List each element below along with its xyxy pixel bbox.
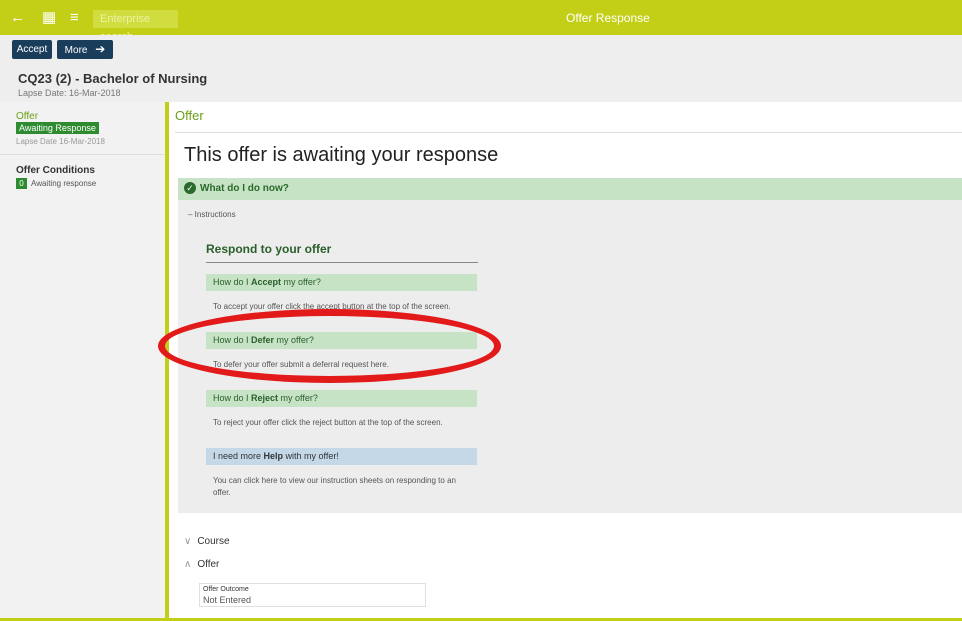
check-circle-icon: ✓ — [184, 182, 196, 194]
action-bar: Accept More ➔ CQ23 (2) - Bachelor of Nur… — [0, 35, 962, 102]
faq-accept-prefix: How do I — [213, 277, 252, 287]
course-section-label: Course — [197, 536, 230, 547]
what-do-i-do-now-header[interactable]: ✓ What do I do now? — [178, 178, 962, 200]
faq-reject-prefix: How do I — [213, 393, 252, 403]
faq-help-answer: You can click here to view our instructi… — [213, 476, 456, 497]
accept-button[interactable]: Accept — [12, 40, 52, 59]
faq-accept-suffix: my offer? — [281, 277, 321, 287]
instructions-toggle[interactable]: – Instructions — [188, 210, 236, 219]
offer-outcome-label: Offer Outcome — [203, 586, 249, 593]
faq-reject[interactable]: How do I Reject my offer? — [206, 390, 477, 407]
faq-reject-answer: To reject your offer click the reject bu… — [213, 418, 443, 427]
enterprise-search-input[interactable]: Enterprise search — [93, 10, 178, 43]
sidebar: Offer Awaiting Response Lapse Date 16-Ma… — [0, 102, 166, 621]
offer-outcome-value: Not Entered — [203, 595, 252, 605]
faq-help[interactable]: I need more Help with my offer! — [206, 448, 477, 465]
chevron-down-icon: ∨ — [184, 536, 192, 547]
course-title: CQ23 (2) - Bachelor of Nursing — [18, 71, 208, 86]
faq-accept-keyword: Accept — [251, 277, 282, 287]
active-indicator — [165, 102, 169, 621]
offer-section-toggle[interactable]: ∧ Offer — [184, 559, 219, 570]
highlight-ring-annotation — [158, 309, 501, 383]
status-badge: Awaiting Response — [16, 122, 99, 134]
section-title: Offer — [175, 108, 204, 123]
sidebar-item-offer-conditions[interactable]: Offer Conditions — [16, 165, 95, 176]
sidebar-lapse-date: Lapse Date 16-Mar-2018 — [16, 137, 105, 146]
more-button-label: More — [64, 45, 88, 56]
hamburger-menu-icon[interactable]: ≡ — [70, 10, 79, 25]
faq-reject-suffix: my offer? — [278, 393, 318, 403]
what-do-i-do-now-label: What do I do now? — [200, 183, 289, 194]
conditions-status: Awaiting response — [31, 179, 97, 188]
faq-help-prefix: I need more — [213, 451, 264, 461]
page-heading: This offer is awaiting your response — [184, 144, 499, 166]
respond-title: Respond to your offer — [206, 242, 332, 256]
divider — [175, 132, 962, 133]
instructions-label: Instructions — [194, 210, 236, 219]
respond-divider — [206, 262, 478, 263]
faq-accept[interactable]: How do I Accept my offer? — [206, 274, 477, 291]
back-arrow-icon[interactable]: ← — [10, 10, 25, 25]
collapse-icon: – — [188, 210, 195, 219]
course-lapse-date: Lapse Date: 16-Mar-2018 — [18, 88, 121, 98]
faq-help-keyword: Help — [263, 451, 284, 461]
more-button[interactable]: More ➔ — [57, 40, 113, 59]
sidebar-item-offer[interactable]: Offer — [16, 111, 38, 122]
faq-help-suffix: with my offer! — [283, 451, 339, 461]
page-title: Offer Response — [566, 11, 650, 25]
sidebar-divider — [0, 154, 165, 155]
offer-section-label: Offer — [197, 559, 220, 570]
faq-reject-keyword: Reject — [251, 393, 279, 403]
arrow-right-icon: ➔ — [95, 42, 106, 56]
course-section-toggle[interactable]: ∨ Course — [184, 536, 230, 547]
top-bar: ← ▦ ≡ Enterprise search Offer Response — [0, 0, 962, 43]
apps-grid-icon[interactable]: ▦ — [42, 10, 56, 25]
chevron-up-icon: ∧ — [184, 559, 192, 570]
offer-outcome-field: Offer Outcome Not Entered — [199, 583, 426, 607]
conditions-count-badge: 0 — [16, 178, 27, 189]
